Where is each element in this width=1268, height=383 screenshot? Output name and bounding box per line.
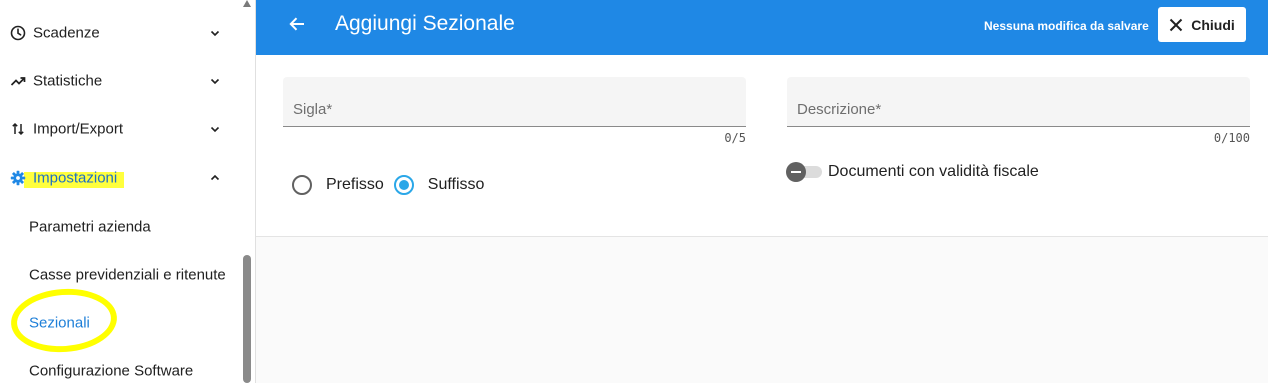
descrizione-input[interactable] — [787, 77, 1250, 126]
arrow-left-icon — [288, 15, 306, 38]
close-button-label: Chiudi — [1191, 16, 1235, 33]
scroll-up-arrow-icon[interactable] — [243, 0, 251, 7]
chevron-down-icon — [208, 122, 222, 136]
radio-suffisso-label[interactable]: Suffisso — [428, 176, 485, 194]
import-export-icon — [10, 121, 26, 137]
header-bar: Aggiungi Sezionale Nessuna modifica da s… — [256, 0, 1268, 55]
radio-prefisso[interactable] — [292, 175, 312, 195]
close-button[interactable]: Chiudi — [1158, 7, 1246, 42]
radio-suffisso[interactable] — [393, 175, 414, 195]
chevron-up-icon — [208, 171, 222, 185]
descrizione-counter: 0/100 — [1213, 131, 1250, 145]
form-card: Sigla* 0/5 Descrizione* 0/100 Prefisso S… — [256, 55, 1268, 237]
position-radio-group: Prefisso Suffisso — [292, 174, 484, 196]
sidebar-item-scadenze[interactable]: Scadenze — [0, 13, 240, 53]
sidebar-subitem-label: Sezionali — [29, 314, 90, 332]
main-content: Aggiungi Sezionale Nessuna modifica da s… — [256, 0, 1268, 383]
sigla-counter: 0/5 — [724, 131, 746, 145]
sidebar-item-import-export[interactable]: Import/Export — [0, 109, 240, 149]
back-button[interactable] — [284, 13, 310, 39]
sidebar-item-impostazioni[interactable]: Impostazioni — [0, 158, 240, 198]
scrollbar-thumb[interactable] — [243, 255, 251, 383]
sidebar-subitem-label: Casse previdenziali e ritenute — [29, 266, 226, 284]
page-title: Aggiungi Sezionale — [335, 12, 515, 35]
sidebar-item-statistiche[interactable]: Statistiche — [0, 61, 240, 101]
sidebar-subitem-configurazione-software[interactable]: Configurazione Software — [0, 351, 240, 383]
sidebar-item-label: Scadenze — [33, 24, 100, 42]
sigla-input[interactable] — [283, 77, 746, 126]
chevron-down-icon — [208, 26, 222, 40]
toggle-thumb — [786, 162, 806, 182]
sidebar-item-label: Statistiche — [33, 72, 103, 90]
sidebar-subitem-sezionali[interactable]: Sezionali — [0, 303, 240, 343]
chevron-down-icon — [208, 74, 222, 88]
sidebar-item-label: Import/Export — [33, 120, 124, 138]
sidebar-subitem-label: Configurazione Software — [29, 362, 194, 380]
close-icon — [1169, 18, 1183, 32]
clock-icon — [10, 25, 26, 41]
fiscal-validity-label[interactable]: Documenti con validità fiscale — [828, 163, 1039, 181]
sidebar-subitem-parametri-azienda[interactable]: Parametri azienda — [0, 207, 240, 247]
sidebar-subitem-label: Parametri azienda — [29, 218, 151, 236]
gear-icon — [10, 170, 26, 186]
descrizione-field[interactable]: Descrizione* — [787, 77, 1250, 127]
trending-up-icon — [10, 73, 26, 89]
sidebar-item-label: Impostazioni — [33, 169, 118, 187]
radio-prefisso-label[interactable]: Prefisso — [326, 176, 384, 194]
fiscal-validity-toggle-row: Documenti con validità fiscale — [786, 161, 1039, 183]
sigla-field[interactable]: Sigla* — [283, 77, 746, 127]
sidebar: Scadenze Statistiche Import/Export Impos… — [0, 0, 256, 383]
sidebar-subitem-casse-previdenziali[interactable]: Casse previdenziali e ritenute — [0, 255, 240, 295]
save-status-text: Nessuna modifica da salvare — [984, 19, 1149, 33]
fiscal-validity-toggle[interactable] — [786, 161, 824, 183]
